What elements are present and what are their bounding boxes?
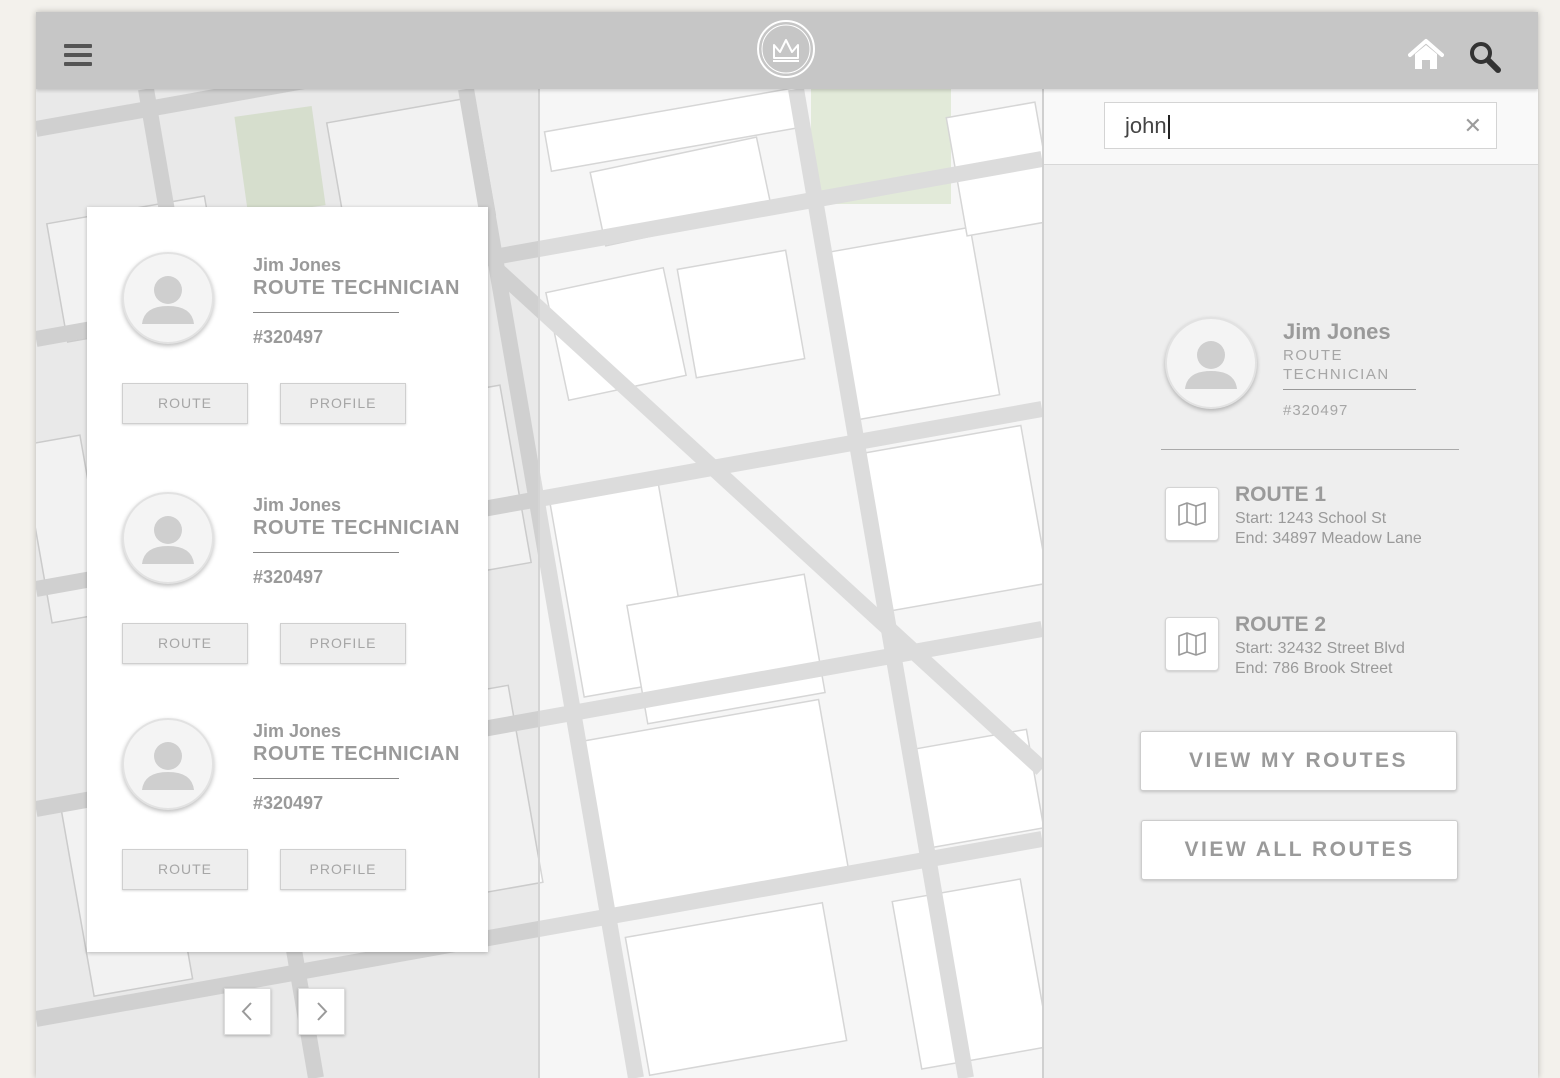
employee-role: ROUTE TECHNICIAN [253, 277, 460, 299]
route-button[interactable]: ROUTE [122, 383, 248, 424]
employee-name: Jim Jones [253, 495, 342, 515]
hamburger-menu-icon[interactable] [64, 44, 92, 68]
search-input-value: john [1125, 113, 1167, 138]
employee-item: Jim Jones ROUTE TECHNICIAN #320497 ROUTE… [87, 447, 488, 664]
section-divider [1161, 449, 1459, 450]
selected-employee-id: #320497 [1283, 402, 1349, 419]
route-item[interactable]: ROUTE 1 Start: 1243 School St End: 34897… [1165, 483, 1495, 553]
close-icon[interactable]: ✕ [1464, 113, 1482, 139]
employee-list-card: Jim Jones ROUTE TECHNICIAN #320497 ROUTE… [87, 207, 488, 952]
search-bar: john ✕ [1044, 89, 1538, 165]
employee-name: Jim Jones [253, 721, 342, 741]
route-title: ROUTE 2 [1235, 613, 1327, 636]
view-my-routes-button[interactable]: VIEW MY ROUTES [1140, 731, 1457, 791]
employee-id: #320497 [253, 327, 324, 347]
route-start: Start: 32432 Street Blvd [1235, 640, 1405, 657]
map-icon [1165, 487, 1219, 541]
crown-logo[interactable] [757, 20, 815, 78]
route-button[interactable]: ROUTE [122, 623, 248, 664]
search-icon[interactable] [1468, 40, 1502, 74]
map-icon [1165, 617, 1219, 671]
selected-employee-name: Jim Jones [1283, 319, 1391, 344]
chevron-right-icon [317, 1002, 328, 1021]
employee-role: ROUTE TECHNICIAN [253, 517, 460, 539]
profile-button[interactable]: PROFILE [280, 383, 406, 424]
employee-name: Jim Jones [253, 255, 342, 275]
avatar [122, 252, 214, 344]
route-end: End: 786 Brook Street [1235, 660, 1393, 677]
route-title: ROUTE 1 [1235, 483, 1327, 506]
profile-button[interactable]: PROFILE [280, 849, 406, 890]
search-input[interactable]: john ✕ [1104, 102, 1497, 149]
route-item[interactable]: ROUTE 2 Start: 32432 Street Blvd End: 78… [1165, 613, 1495, 683]
chevron-left-icon [241, 1002, 252, 1021]
employee-role: ROUTE TECHNICIAN [253, 743, 460, 765]
selected-employee-role: ROUTE TECHNICIAN [1283, 347, 1390, 383]
route-start: Start: 1243 School St [1235, 510, 1387, 527]
divider [253, 552, 399, 553]
top-bar [36, 12, 1538, 89]
view-all-routes-button[interactable]: VIEW ALL ROUTES [1141, 820, 1458, 880]
divider [253, 778, 399, 779]
employee-id: #320497 [253, 567, 324, 587]
avatar [122, 492, 214, 584]
avatar [122, 718, 214, 810]
app-window: Jim Jones ROUTE TECHNICIAN #320497 ROUTE… [36, 12, 1538, 1078]
employee-id: #320497 [253, 793, 324, 813]
next-page-button[interactable] [298, 988, 345, 1035]
home-icon[interactable] [1408, 38, 1444, 72]
route-button[interactable]: ROUTE [122, 849, 248, 890]
route-end: End: 34897 Meadow Lane [1235, 530, 1422, 547]
search-panel: john ✕ Jim Jones ROUTE TECHNICIAN #32049… [1042, 89, 1538, 1078]
avatar [1165, 317, 1257, 409]
divider [1283, 389, 1416, 390]
divider [253, 312, 399, 313]
employee-item: Jim Jones ROUTE TECHNICIAN #320497 ROUTE… [87, 207, 488, 424]
employee-item: Jim Jones ROUTE TECHNICIAN #320497 ROUTE… [87, 673, 488, 890]
profile-button[interactable]: PROFILE [280, 623, 406, 664]
prev-page-button[interactable] [224, 988, 271, 1035]
